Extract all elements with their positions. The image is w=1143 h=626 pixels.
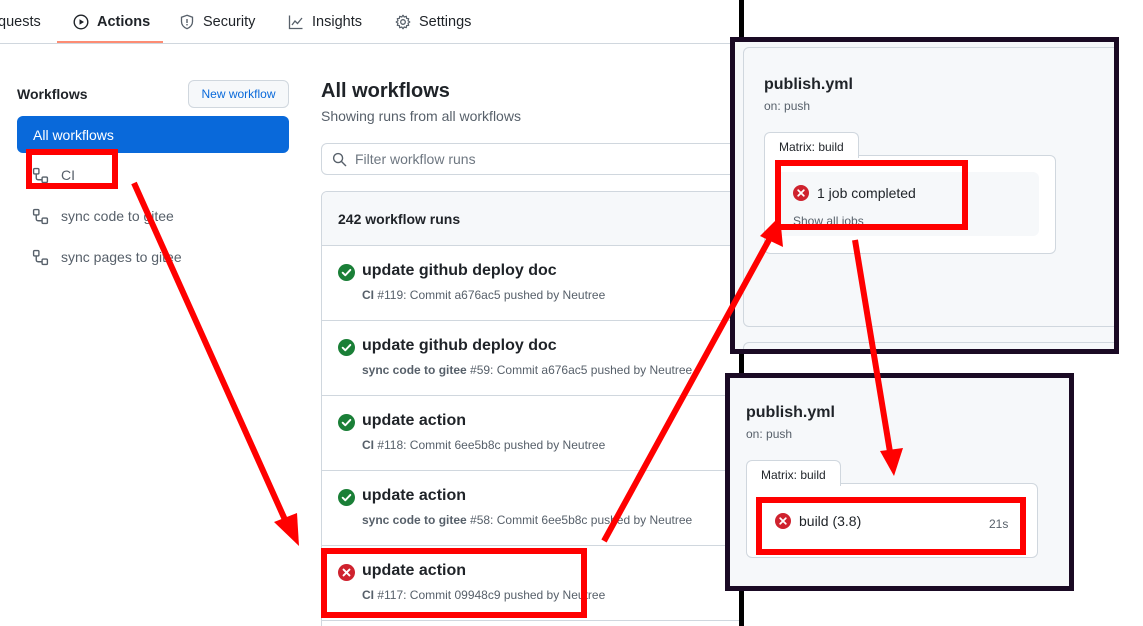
failure-x-icon — [775, 513, 791, 529]
tab-actions[interactable]: Actions — [73, 0, 150, 43]
failure-x-icon — [793, 185, 809, 201]
job-row-build[interactable]: build (3.8) — [775, 513, 861, 529]
run-detail: #119: Commit a676ac5 pushed by Neutree — [374, 288, 606, 302]
active-tab-indicator — [57, 41, 163, 43]
arrow-ci-to-run — [131, 181, 299, 546]
workflows-heading: Workflows — [17, 86, 88, 102]
workflow-jobs-panel: publish.yml on: push Matrix: build build… — [725, 373, 1074, 591]
sidebar-item-ci[interactable]: CI — [32, 164, 75, 186]
shield-icon — [180, 14, 194, 29]
run-detail: #118: Commit 6ee5b8c pushed by Neutree — [374, 438, 606, 452]
success-check-icon — [338, 489, 355, 506]
workflow-run-row[interactable]: update github deploy doc sync code to gi… — [322, 321, 740, 396]
search-icon — [332, 152, 347, 166]
sidebar-item-label: CI — [61, 167, 75, 183]
page-title: All workflows — [321, 80, 450, 102]
job-name: build (3.8) — [799, 513, 862, 529]
run-workflow-name: CI — [362, 438, 374, 452]
sidebar-item-label: sync pages to gitee — [61, 249, 182, 265]
sidebar-item-all-workflows[interactable]: All workflows — [17, 116, 289, 153]
sidebar-item-label: All workflows — [33, 126, 114, 143]
workflow-run-row[interactable]: update action sync code to gitee #58: Co… — [322, 471, 740, 546]
tab-settings-label: Settings — [419, 13, 472, 30]
success-check-icon — [338, 264, 355, 281]
tab-pull-requests[interactable]: quests — [0, 0, 41, 43]
success-check-icon — [338, 339, 355, 356]
workflow-icon — [32, 249, 49, 265]
sidebar-item-sync-pages-to-gitee[interactable]: sync pages to gitee — [32, 246, 182, 268]
runs-count: 242 workflow runs — [322, 192, 740, 246]
run-workflow-name: sync code to gitee — [362, 363, 467, 377]
tab-insights-label: Insights — [312, 13, 362, 30]
play-icon — [73, 13, 89, 30]
run-title[interactable]: update github deploy doc — [362, 262, 557, 280]
workflow-trigger: on: push — [746, 427, 793, 441]
tab-security-label: Security — [203, 13, 256, 30]
run-title[interactable]: update action — [362, 562, 466, 580]
run-meta: CI #119: Commit a676ac5 pushed by Neutre… — [362, 288, 605, 302]
tab-actions-label: Actions — [97, 13, 151, 30]
show-all-jobs-link[interactable]: Show all jobs — [793, 214, 864, 228]
workflow-file-name: publish.yml — [764, 76, 853, 93]
gear-icon — [395, 14, 411, 29]
matrix-tab[interactable]: Matrix: build — [764, 132, 859, 158]
failure-x-icon — [338, 564, 355, 581]
workflow-summary-panel: publish.yml on: push Matrix: build 1 job… — [730, 37, 1119, 354]
filter-placeholder: Filter workflow runs — [355, 151, 476, 167]
job-summary: 1 job completed — [793, 185, 916, 201]
tab-pull-requests-label: quests — [0, 13, 41, 30]
run-meta: CI #118: Commit 6ee5b8c pushed by Neutre… — [362, 438, 605, 452]
workflow-trigger: on: push — [764, 99, 811, 113]
run-title[interactable]: update action — [362, 487, 466, 505]
tab-insights[interactable]: Insights — [288, 0, 362, 43]
workflow-icon — [32, 208, 49, 224]
workflow-run-row[interactable]: update action CI #118: Commit 6ee5b8c pu… — [322, 396, 740, 471]
graph-icon — [288, 15, 303, 29]
sidebar-item-sync-code-to-gitee[interactable]: sync code to gitee — [32, 205, 174, 227]
new-workflow-button[interactable]: New workflow — [188, 80, 289, 108]
tab-settings[interactable]: Settings — [395, 0, 471, 43]
run-meta: CI #117: Commit 09948c9 pushed by Neutre… — [362, 588, 605, 602]
next-card-edge — [743, 342, 1114, 349]
job-duration: 21s — [989, 517, 1009, 531]
sidebar-item-label: sync code to gitee — [61, 208, 174, 224]
workflow-runs-list: 242 workflow runs update github deploy d… — [321, 191, 741, 626]
matrix-card — [764, 155, 1056, 254]
run-title[interactable]: update action — [362, 412, 466, 430]
run-title[interactable]: update github deploy doc — [362, 337, 557, 355]
run-meta: sync code to gitee #59: Commit a676ac5 p… — [362, 363, 692, 377]
matrix-tab[interactable]: Matrix: build — [746, 460, 841, 486]
job-summary-text: 1 job completed — [817, 185, 916, 201]
success-check-icon — [338, 414, 355, 431]
run-workflow-name: sync code to gitee — [362, 513, 467, 527]
page-subtitle: Showing runs from all workflows — [321, 108, 521, 124]
tab-security[interactable]: Security — [179, 0, 255, 43]
run-meta: sync code to gitee #58: Commit 6ee5b8c p… — [362, 513, 692, 527]
run-workflow-name: CI — [362, 288, 374, 302]
run-detail: #59: Commit a676ac5 pushed by Neutree — [466, 363, 693, 377]
run-detail: #58: Commit 6ee5b8c pushed by Neutree — [466, 513, 693, 527]
workflow-run-row[interactable]: update github deploy doc CI #119: Commit… — [322, 246, 740, 321]
filter-runs-input[interactable]: Filter workflow runs — [321, 143, 741, 175]
workflow-icon — [32, 167, 49, 183]
workflow-file-name: publish.yml — [746, 404, 835, 421]
repo-nav: quests Actions Security Insights Setting… — [0, 0, 740, 44]
run-detail: #117: Commit 09948c9 pushed by Neutree — [374, 588, 606, 602]
workflow-run-row[interactable]: update action CI #117: Commit 09948c9 pu… — [322, 546, 740, 621]
run-workflow-name: CI — [362, 588, 374, 602]
